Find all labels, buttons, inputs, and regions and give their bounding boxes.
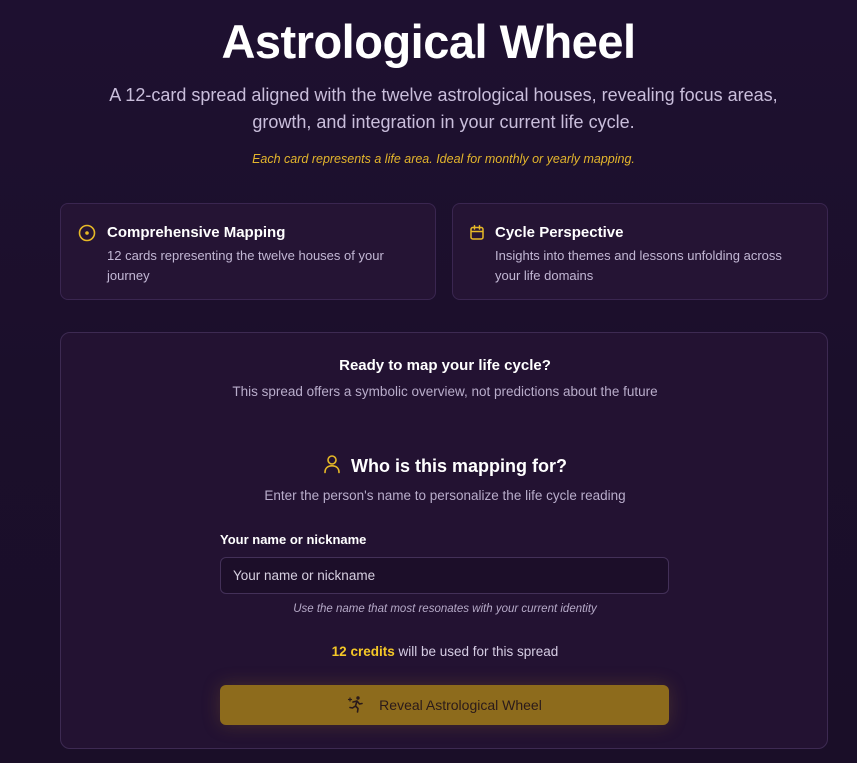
sparkle-figure-icon (347, 695, 365, 716)
reading-setup-panel: Ready to map your life cycle? This sprea… (60, 332, 828, 749)
reveal-wheel-button[interactable]: Reveal Astrological Wheel (220, 685, 669, 725)
user-icon (323, 454, 341, 479)
feature-card-cycle-perspective: Cycle Perspective Insights into themes a… (452, 203, 828, 300)
page-title: Astrological Wheel (221, 15, 636, 68)
who-subtitle: Enter the person's name to personalize t… (264, 488, 626, 503)
credits-notice: 12 credits will be used for this spread (61, 644, 829, 659)
name-field-label: Your name or nickname (220, 532, 367, 547)
credits-text: will be used for this spread (394, 644, 559, 659)
reveal-button-label: Reveal Astrological Wheel (379, 697, 542, 713)
ready-title: Ready to map your life cycle? (339, 357, 551, 374)
ready-subtitle: This spread offers a symbolic overview, … (232, 384, 658, 399)
calendar-icon (468, 224, 486, 242)
usage-note: Each card represents a life area. Ideal … (252, 152, 635, 166)
feature-description: 12 cards representing the twelve houses … (107, 248, 384, 283)
feature-title: Comprehensive Mapping (107, 224, 286, 241)
feature-card-comprehensive-mapping: Comprehensive Mapping 12 cards represent… (60, 203, 436, 300)
feature-description: Insights into themes and lessons unfoldi… (495, 248, 782, 283)
who-heading: Who is this mapping for? (61, 454, 829, 479)
name-input[interactable] (220, 557, 669, 594)
name-helper-text: Use the name that most resonates with yo… (293, 603, 597, 615)
who-title: Who is this mapping for? (351, 456, 567, 476)
target-circle-icon (78, 224, 96, 242)
page-subtitle: A 12-card spread aligned with the twelve… (109, 85, 778, 132)
feature-title: Cycle Perspective (495, 224, 624, 241)
credits-amount: 12 credits (331, 644, 395, 659)
